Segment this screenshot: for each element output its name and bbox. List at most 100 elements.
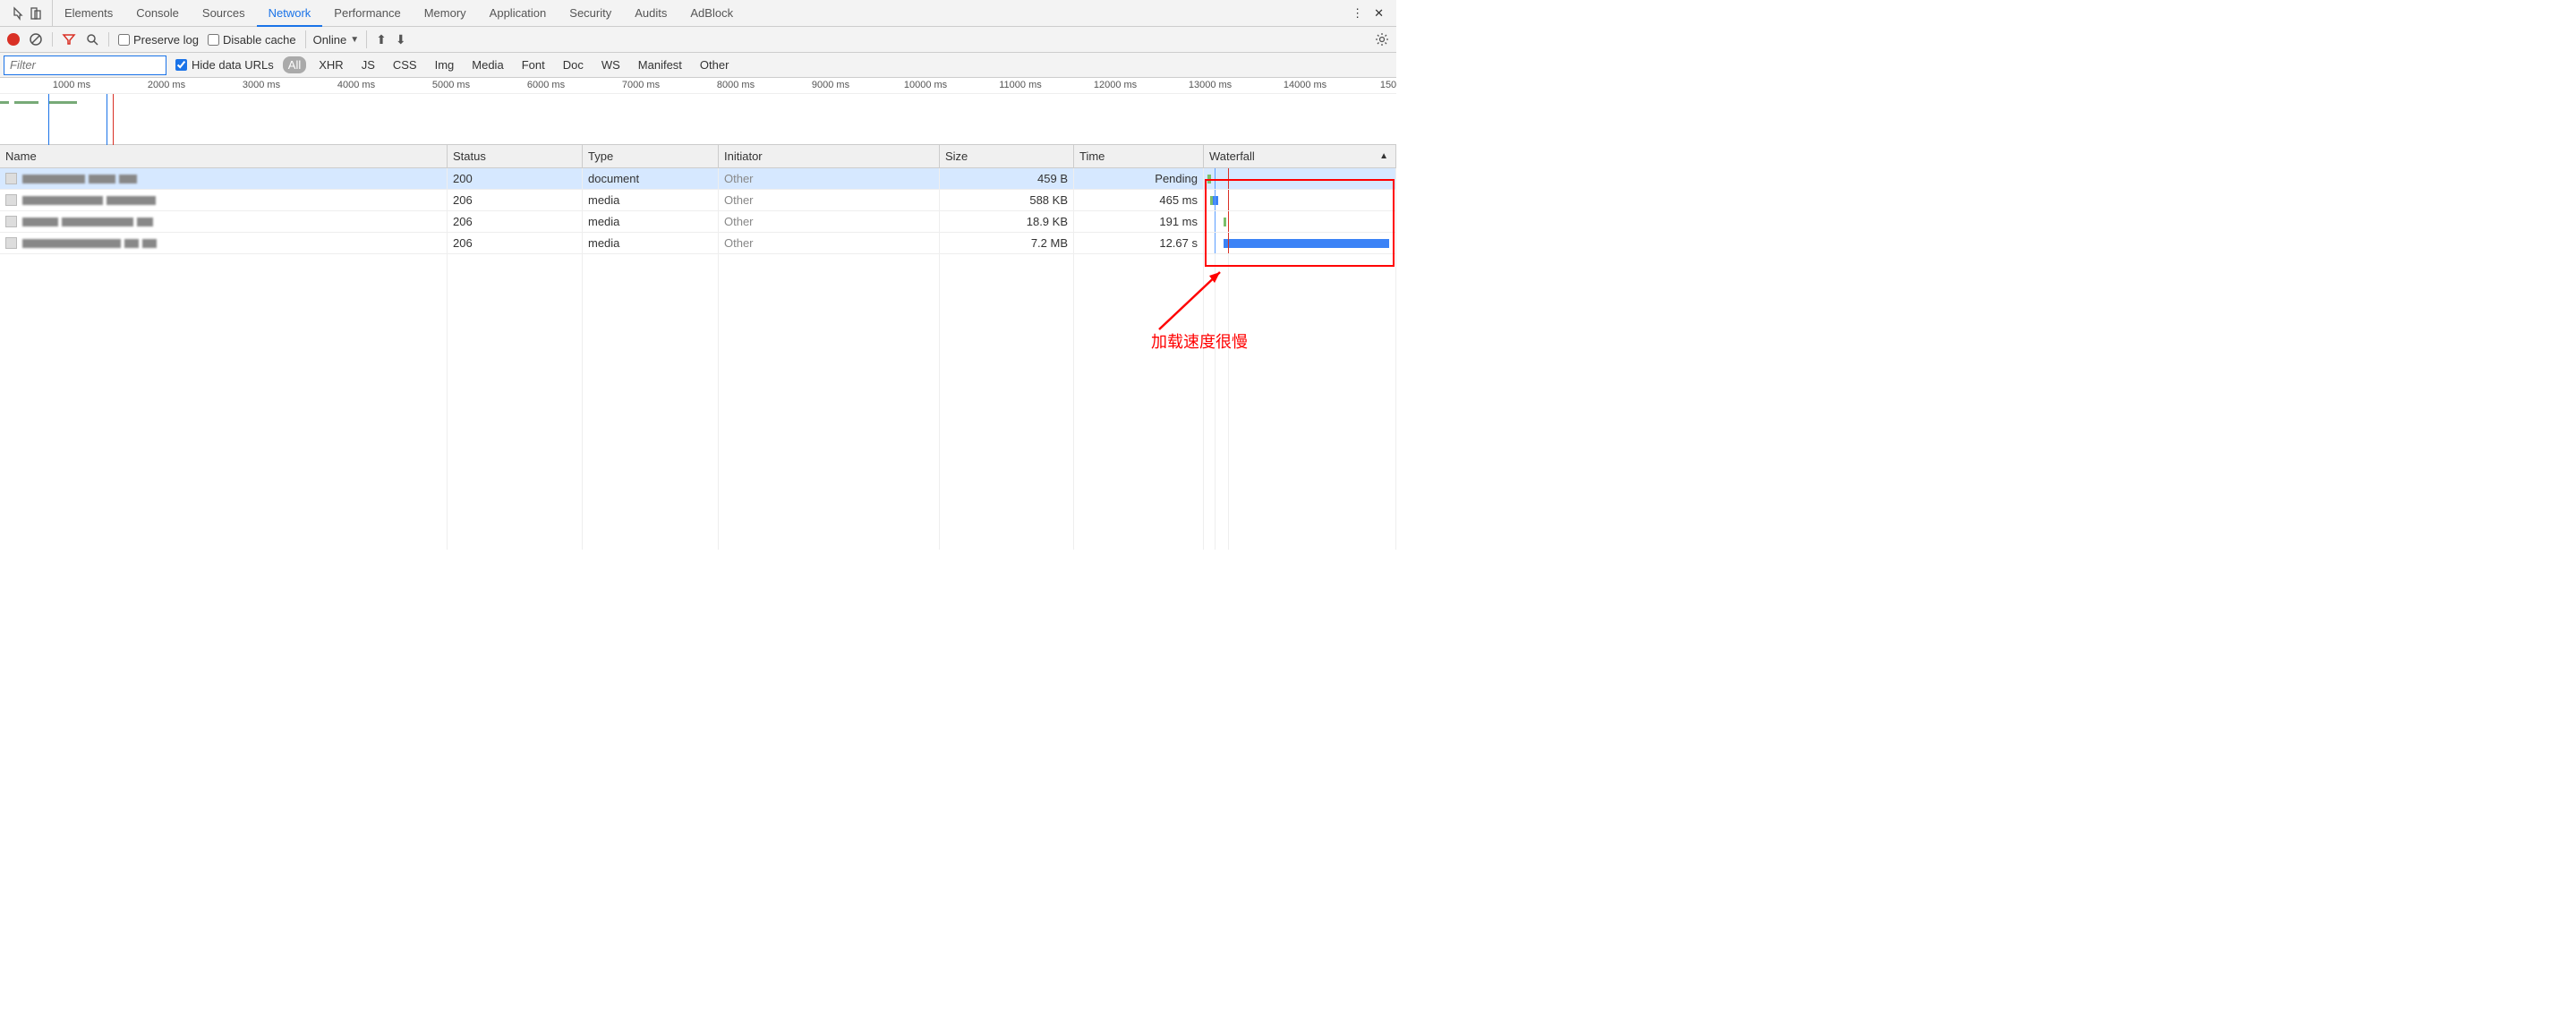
tab-memory[interactable]: Memory [413, 0, 478, 26]
filter-xhr[interactable]: XHR [313, 56, 348, 73]
timeline-tick: 7000 ms [622, 80, 660, 90]
cell-name [0, 233, 448, 253]
timeline-tick: 9000 ms [812, 80, 849, 90]
timeline-tick: 14000 ms [1284, 80, 1326, 90]
settings-icon[interactable] [1375, 32, 1389, 47]
tab-adblock[interactable]: AdBlock [678, 0, 745, 26]
col-header-type[interactable]: Type [583, 145, 719, 167]
col-header-time[interactable]: Time [1074, 145, 1204, 167]
network-toolbar: Preserve log Disable cache Online ▼ ⬆ ⬇ [0, 27, 1396, 53]
timeline-tick: 13000 ms [1189, 80, 1232, 90]
download-icon[interactable]: ⬇ [396, 32, 406, 47]
filter-css[interactable]: CSS [388, 56, 422, 73]
timeline-tick: 2000 ms [148, 80, 185, 90]
hide-data-urls-checkbox[interactable]: Hide data URLs [175, 58, 274, 72]
cell-size: 18.9 KB [940, 211, 1074, 232]
clear-button[interactable] [29, 32, 43, 47]
network-table-body: 200 document Other 459 B Pending 206 med… [0, 168, 1396, 550]
filter-all[interactable]: All [283, 56, 306, 73]
timeline-overview[interactable]: 1000 ms 2000 ms 3000 ms 4000 ms 5000 ms … [0, 78, 1396, 145]
cell-time: 191 ms [1074, 211, 1204, 232]
cell-time: Pending [1074, 168, 1204, 189]
timeline-tick: 3000 ms [243, 80, 280, 90]
hide-data-urls-input[interactable] [175, 59, 187, 71]
search-icon[interactable] [85, 32, 99, 47]
timeline-tick: 4000 ms [337, 80, 375, 90]
timeline-ticks: 1000 ms 2000 ms 3000 ms 4000 ms 5000 ms … [0, 78, 1396, 94]
cell-initiator: Other [719, 211, 940, 232]
filter-manifest[interactable]: Manifest [633, 56, 687, 73]
col-header-waterfall[interactable]: Waterfall▲ [1204, 145, 1396, 167]
throttle-value: Online [313, 33, 347, 47]
timeline-tick: 6000 ms [527, 80, 565, 90]
tab-application[interactable]: Application [478, 0, 559, 26]
timeline-tick: 1000 ms [53, 80, 90, 90]
cell-type: document [583, 168, 719, 189]
tab-audits[interactable]: Audits [623, 0, 678, 26]
timeline-tick: 12000 ms [1094, 80, 1137, 90]
filter-ws[interactable]: WS [596, 56, 626, 73]
throttle-select[interactable]: Online ▼ [305, 30, 367, 48]
col-header-name[interactable]: Name [0, 145, 448, 167]
filter-input[interactable] [4, 55, 166, 75]
cell-type: media [583, 233, 719, 253]
table-row[interactable]: 206 media Other 7.2 MB 12.67 s [0, 233, 1396, 254]
timeline-tick: 5000 ms [432, 80, 470, 90]
timeline-tick: 150 [1380, 80, 1396, 90]
col-header-initiator[interactable]: Initiator [719, 145, 940, 167]
cell-initiator: Other [719, 233, 940, 253]
timeline-tick: 8000 ms [717, 80, 755, 90]
file-icon [5, 216, 17, 227]
cell-size: 459 B [940, 168, 1074, 189]
disable-cache-checkbox[interactable]: Disable cache [208, 33, 296, 47]
cell-status: 200 [448, 168, 583, 189]
filter-js[interactable]: JS [356, 56, 380, 73]
filter-media[interactable]: Media [466, 56, 508, 73]
cell-status: 206 [448, 211, 583, 232]
redacted-name [22, 175, 137, 184]
tab-performance[interactable]: Performance [322, 0, 412, 26]
table-row[interactable]: 200 document Other 459 B Pending [0, 168, 1396, 190]
cell-type: media [583, 190, 719, 210]
kebab-icon[interactable]: ⋮ [1352, 6, 1363, 21]
tab-console[interactable]: Console [124, 0, 191, 26]
filter-font[interactable]: Font [516, 56, 550, 73]
filter-other[interactable]: Other [695, 56, 735, 73]
device-icon[interactable] [29, 6, 43, 21]
type-filters: All XHR JS CSS Img Media Font Doc WS Man… [283, 56, 735, 73]
close-icon[interactable]: ✕ [1374, 6, 1384, 21]
tab-elements[interactable]: Elements [53, 0, 124, 26]
cell-waterfall [1204, 190, 1396, 210]
devtools-right-controls: ⋮ ✕ [1352, 6, 1393, 21]
sort-arrow-icon: ▲ [1379, 151, 1388, 161]
record-button[interactable] [7, 33, 20, 46]
filter-img[interactable]: Img [430, 56, 460, 73]
table-row[interactable]: 206 media Other 18.9 KB 191 ms [0, 211, 1396, 233]
cell-waterfall [1204, 168, 1396, 189]
preserve-log-checkbox[interactable]: Preserve log [118, 33, 199, 47]
cell-name [0, 211, 448, 232]
file-icon [5, 194, 17, 206]
preserve-log-input[interactable] [118, 34, 130, 46]
tab-sources[interactable]: Sources [191, 0, 257, 26]
disable-cache-input[interactable] [208, 34, 219, 46]
file-icon [5, 237, 17, 249]
timeline-marks [0, 94, 1396, 145]
col-header-status[interactable]: Status [448, 145, 583, 167]
filter-doc[interactable]: Doc [558, 56, 589, 73]
upload-icon[interactable]: ⬆ [376, 32, 387, 47]
preserve-log-label: Preserve log [133, 33, 199, 47]
table-row[interactable]: 206 media Other 588 KB 465 ms [0, 190, 1396, 211]
tab-network[interactable]: Network [257, 0, 323, 26]
col-header-size[interactable]: Size [940, 145, 1074, 167]
cell-waterfall [1204, 233, 1396, 253]
cell-waterfall [1204, 211, 1396, 232]
filter-icon[interactable] [62, 32, 76, 47]
tab-security[interactable]: Security [558, 0, 623, 26]
cell-size: 7.2 MB [940, 233, 1074, 253]
chevron-down-icon: ▼ [350, 35, 359, 45]
dock-controls [4, 0, 53, 26]
inspect-icon[interactable] [13, 6, 27, 21]
cell-name [0, 168, 448, 189]
cell-initiator: Other [719, 190, 940, 210]
